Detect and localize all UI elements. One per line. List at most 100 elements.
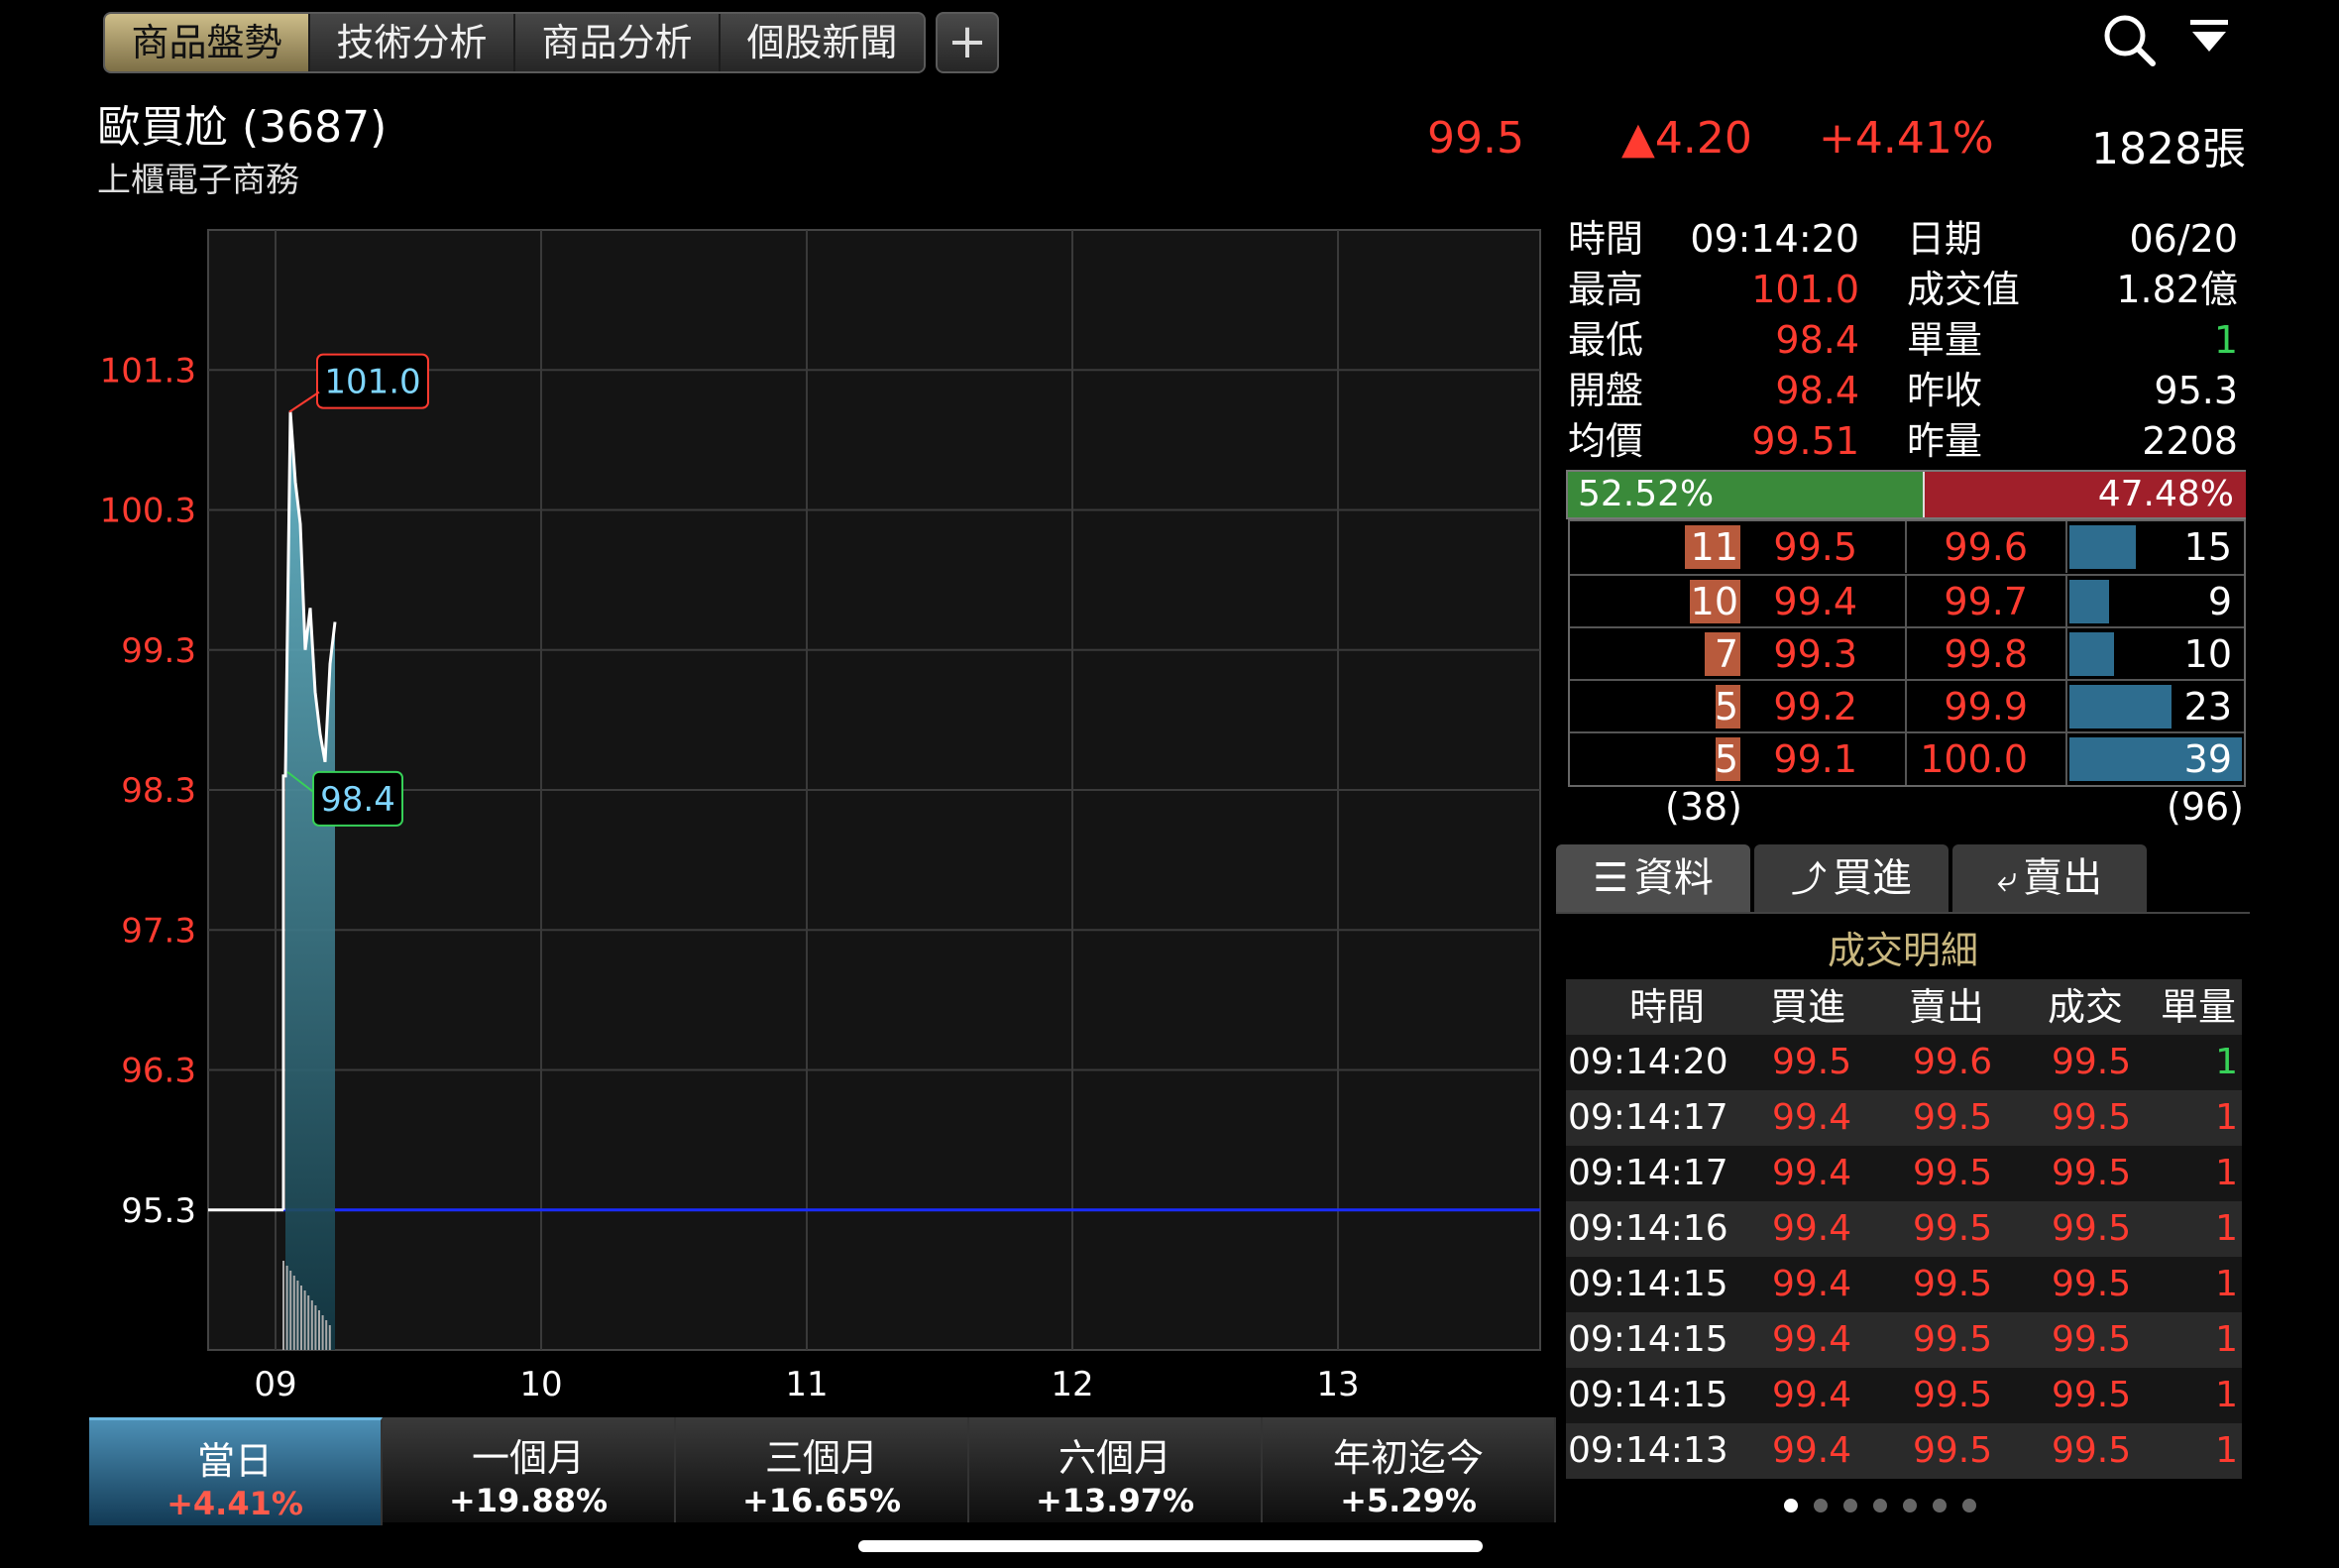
tab-0[interactable]: 商品盤勢: [105, 14, 310, 71]
book-divider: [2065, 681, 2067, 732]
bid-qty: 7: [1714, 632, 1738, 676]
page-dot[interactable]: [1962, 1499, 1976, 1512]
sell-ratio-text: 47.48%: [2097, 474, 2234, 514]
period-change: +19.88%: [448, 1482, 609, 1519]
trade-row[interactable]: 09:14:20 99.5 99.6 99.5 1: [1566, 1035, 2242, 1090]
trade-time: 09:14:17: [1568, 1153, 1728, 1193]
period-label: 六個月: [1058, 1436, 1171, 1480]
bid-total: (38): [1665, 785, 1743, 829]
period-tab-1[interactable]: 一個月 +19.88%: [383, 1417, 676, 1522]
current-price: 99.5: [1427, 113, 1524, 164]
trade-row[interactable]: 09:14:17 99.4 99.5 99.5 1: [1566, 1090, 2242, 1146]
trade-bid: 99.4: [1772, 1319, 1852, 1360]
trade-time: 09:14:16: [1568, 1208, 1728, 1249]
y-tick-label: 97.3: [121, 911, 196, 951]
ask-qty: 23: [2183, 685, 2232, 728]
page-dot[interactable]: [1873, 1499, 1887, 1512]
order-book-row[interactable]: 11 99.5 99.6 15: [1570, 521, 2244, 573]
trade-row[interactable]: 09:14:13 99.4 99.5 99.5 1: [1566, 1423, 2242, 1479]
info-value: 98.4: [1775, 369, 1859, 412]
order-book-row[interactable]: 5 99.2 99.9 23: [1570, 679, 2244, 732]
bid-price: 99.2: [1773, 685, 1857, 728]
period-change: +16.65%: [741, 1482, 902, 1519]
info-value: 1: [2213, 318, 2238, 362]
period-tab-0[interactable]: 當日 +4.41%: [89, 1417, 383, 1525]
trade-qty: 1: [2215, 1375, 2238, 1415]
trade-qty: 1: [2215, 1430, 2238, 1471]
info-value: 2208: [2142, 419, 2238, 463]
page-dot[interactable]: [1814, 1499, 1828, 1512]
bid-price: 99.4: [1773, 580, 1857, 623]
search-icon[interactable]: [2099, 10, 2159, 69]
trade-row[interactable]: 09:14:17 99.4 99.5 99.5 1: [1566, 1146, 2242, 1201]
period-tab-3[interactable]: 六個月 +13.97%: [969, 1417, 1263, 1522]
bid-qty: 11: [1690, 525, 1738, 569]
trade-header-row: 時間 買進 賣出 成交 單量: [1566, 979, 2242, 1035]
info-label: 單量: [1907, 318, 1983, 362]
header-ask: 賣出: [1909, 985, 1985, 1029]
info-label: 昨收: [1907, 369, 1983, 412]
ask-qty: 10: [2183, 632, 2232, 676]
book-divider: [2065, 733, 2067, 785]
info-label: 成交值: [1907, 268, 2021, 311]
page-dot[interactable]: [1784, 1499, 1798, 1512]
home-indicator[interactable]: [858, 1540, 1483, 1552]
header-bid: 買進: [1770, 985, 1846, 1029]
period-tab-4[interactable]: 年初迄今 +5.29%: [1263, 1417, 1556, 1522]
period-change: +4.41%: [167, 1485, 303, 1522]
add-tab-button[interactable]: +: [936, 12, 999, 73]
trade-bid: 99.4: [1772, 1097, 1852, 1138]
trade-price: 99.5: [2052, 1264, 2132, 1304]
ask-total: (96): [2167, 785, 2245, 829]
period-change: +13.97%: [1035, 1482, 1195, 1519]
trade-time: 09:14:20: [1568, 1042, 1728, 1082]
order-book-row[interactable]: 5 99.1 100.0 39: [1570, 731, 2244, 785]
tab-3[interactable]: 個股新聞: [721, 14, 924, 71]
subtab-buy[interactable]: ⤴ 買進: [1754, 844, 1949, 912]
trade-row[interactable]: 09:14:16 99.4 99.5 99.5 1: [1566, 1201, 2242, 1257]
y-tick-label: 98.3: [121, 771, 196, 811]
trade-price: 99.5: [2052, 1430, 2132, 1471]
price-change: ▲4.20: [1621, 113, 1752, 164]
info-label: 開盤: [1568, 369, 1644, 412]
trade-price: 99.5: [2052, 1097, 2132, 1138]
book-divider: [2065, 576, 2067, 627]
period-tab-2[interactable]: 三個月 +16.65%: [676, 1417, 969, 1522]
high-label: 101.0: [324, 363, 420, 402]
page-dot[interactable]: [1903, 1499, 1917, 1512]
sell-icon: ⤶: [1996, 859, 2018, 900]
ask-price: 99.7: [1944, 580, 2028, 623]
filter-dropdown-icon[interactable]: [2188, 18, 2232, 61]
subtab-data[interactable]: ☰ 資料: [1556, 844, 1750, 912]
page-dot[interactable]: [1933, 1499, 1947, 1512]
trade-row[interactable]: 09:14:15 99.4 99.5 99.5 1: [1566, 1257, 2242, 1312]
info-label: 最低: [1568, 318, 1644, 362]
page-dot[interactable]: [1843, 1499, 1857, 1512]
trade-price: 99.5: [2052, 1375, 2132, 1415]
info-label: 日期: [1907, 217, 1983, 261]
buy-sell-ratio-bar: 52.52% 47.48%: [1566, 470, 2246, 519]
info-value: 1.82億: [2116, 268, 2238, 311]
order-book-row[interactable]: 10 99.4 99.7 9: [1570, 574, 2244, 627]
tab-2[interactable]: 商品分析: [515, 14, 721, 71]
y-tick-label: 101.3: [100, 351, 196, 391]
info-value: 99.51: [1751, 419, 1859, 463]
period-label: 一個月: [471, 1436, 585, 1480]
trade-ask: 99.5: [1913, 1153, 1993, 1193]
header-time: 時間: [1629, 985, 1706, 1029]
trade-qty: 1: [2215, 1042, 2238, 1082]
info-label: 均價: [1568, 419, 1644, 463]
trade-row[interactable]: 09:14:15 99.4 99.5 99.5 1: [1566, 1312, 2242, 1368]
order-book-row[interactable]: 7 99.3 99.8 10: [1570, 626, 2244, 680]
ask-price: 100.0: [1920, 737, 2028, 781]
info-value: 98.4: [1775, 318, 1859, 362]
header-qty: 單量: [2161, 985, 2237, 1029]
trade-time: 09:14:15: [1568, 1264, 1728, 1304]
trade-row[interactable]: 09:14:15 99.4 99.5 99.5 1: [1566, 1368, 2242, 1423]
tab-1[interactable]: 技術分析: [310, 14, 515, 71]
trade-qty: 1: [2215, 1208, 2238, 1249]
info-value: 06/20: [2129, 217, 2238, 261]
trade-ask: 99.5: [1913, 1375, 1993, 1415]
market-category: 上櫃電子商務: [97, 161, 299, 200]
subtab-sell[interactable]: ⤶ 賣出: [1952, 844, 2147, 912]
